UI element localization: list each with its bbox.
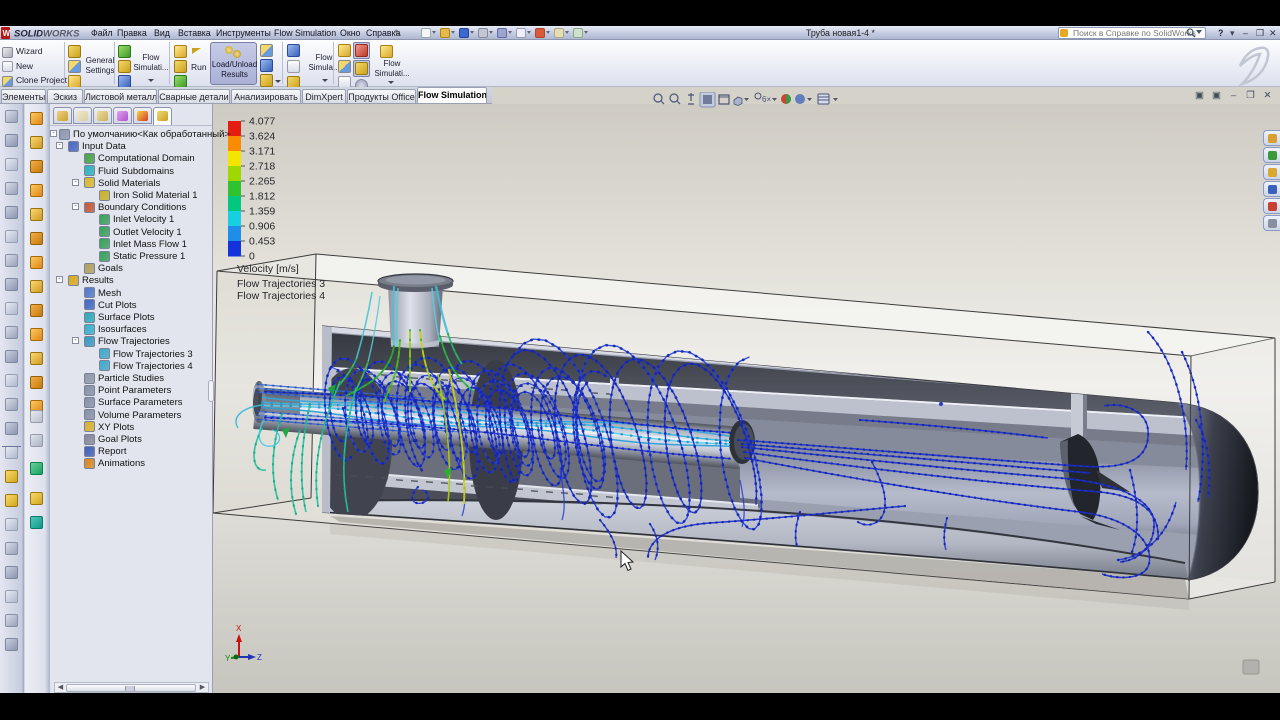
svg-text:Y: Y [225,654,231,663]
svg-text:W: W [3,29,11,38]
svg-text:6×: 6× [762,95,771,104]
svg-text:3.624: 3.624 [249,131,275,143]
svg-text:4.077: 4.077 [249,116,275,128]
svg-text:Z: Z [257,653,262,662]
svg-text:SOLIDWORKS: SOLIDWORKS [14,29,80,40]
svg-text:X: X [236,624,242,633]
